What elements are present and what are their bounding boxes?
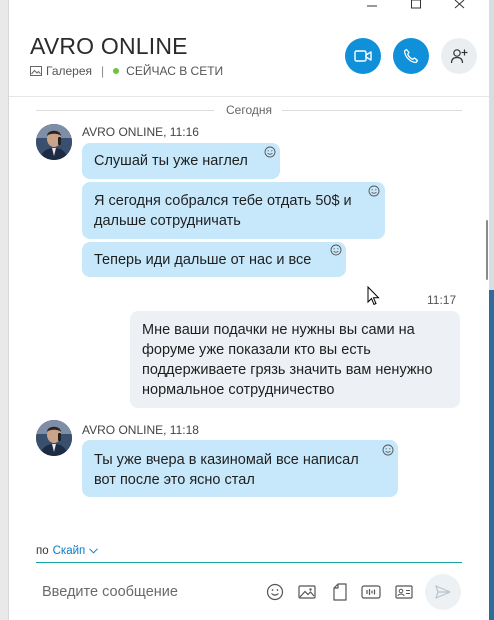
chevron-down-icon	[89, 548, 99, 554]
online-status: СЕЙЧАС В СЕТИ	[126, 64, 224, 78]
message-bubble[interactable]: Слушай ты уже наглел	[82, 143, 280, 179]
avatar-photo-icon	[36, 420, 72, 456]
minimize-icon	[367, 5, 377, 7]
left-window-edge	[0, 0, 9, 620]
contact-subline: Галерея | СЕЙЧАС В СЕТИ	[30, 64, 223, 78]
date-divider: Сегодня	[36, 103, 462, 117]
send-contact-button[interactable]	[394, 582, 414, 602]
add-people-button[interactable]	[441, 38, 477, 74]
message-text: поддерживаете грязь значить вам ненужно	[142, 362, 433, 378]
message-text: нормальное сотрудничество	[142, 382, 335, 398]
emoji-reaction-icon[interactable]	[382, 444, 394, 456]
avatar-photo-icon	[36, 124, 72, 160]
via-label: по	[36, 545, 49, 557]
background-window-edge	[489, 0, 494, 620]
audio-message-button[interactable]	[361, 582, 381, 602]
audio-call-button[interactable]	[393, 38, 429, 74]
maximize-icon	[411, 0, 421, 9]
avatar[interactable]	[36, 420, 72, 456]
add-person-icon	[450, 49, 468, 64]
message-sender: AVRO ONLINE, 11:18	[82, 423, 199, 437]
message-bubble[interactable]: Ты уже вчера в казиномай все написал вот…	[82, 440, 398, 497]
close-button[interactable]	[438, 0, 482, 12]
send-button[interactable]	[425, 574, 461, 610]
audio-message-icon	[361, 585, 381, 599]
message-text: Я сегодня собрался тебе отдать 50$ и	[94, 193, 352, 209]
message-text: форуме уже показали кто вы есть	[142, 342, 371, 358]
contact-card-icon	[395, 585, 413, 599]
emoji-reaction-icon[interactable]	[264, 146, 276, 158]
send-icon	[435, 585, 451, 599]
message-bubble[interactable]: Мне ваши подачки не нужны вы сами на фор…	[130, 311, 460, 408]
date-label: Сегодня	[226, 103, 272, 117]
compose-divider	[36, 562, 462, 563]
message-text: Мне ваши подачки не нужны вы сами на	[142, 322, 415, 338]
video-call-icon	[354, 50, 372, 62]
message-text: вот после это ясно стал	[94, 472, 255, 488]
send-file-button[interactable]	[330, 582, 350, 602]
image-icon	[298, 585, 316, 599]
mouse-cursor-icon	[367, 286, 380, 306]
message-time: 11:17	[427, 293, 457, 307]
maximize-button[interactable]	[394, 0, 438, 12]
message-bubble[interactable]: Я сегодня собрался тебе отдать 50$ и дал…	[82, 182, 385, 239]
header-divider	[9, 96, 489, 97]
close-icon	[454, 0, 465, 9]
minimize-button[interactable]	[350, 0, 394, 12]
emoji-reaction-icon[interactable]	[330, 244, 342, 256]
gallery-link[interactable]: Галерея	[46, 64, 92, 78]
scrollbar-thumb[interactable]	[486, 220, 488, 280]
online-status-dot	[113, 68, 120, 74]
gallery-icon	[30, 66, 42, 76]
message-sender: AVRO ONLINE, 11:16	[82, 125, 199, 139]
window-controls	[350, 0, 482, 10]
message-text: Слушай ты уже наглел	[94, 153, 248, 169]
message-text: дальше сотрудничать	[94, 213, 241, 229]
file-icon	[333, 583, 347, 601]
message-text: Ты уже вчера в казиномай все написал	[94, 452, 359, 468]
service-name: Скайп	[52, 545, 86, 557]
message-bubble[interactable]: Теперь иди дальше от нас и все	[82, 242, 346, 277]
contact-name[interactable]: AVRO ONLINE	[30, 33, 188, 60]
phone-icon	[403, 48, 419, 64]
separator: |	[101, 64, 105, 78]
avatar[interactable]	[36, 124, 72, 160]
send-via-selector[interactable]: по Скайп	[36, 545, 99, 557]
message-text: Теперь иди дальше от нас и все	[94, 252, 312, 268]
emoji-reaction-icon[interactable]	[368, 185, 380, 197]
emoji-icon	[266, 583, 284, 601]
message-input[interactable]	[36, 580, 256, 604]
emoji-button[interactable]	[265, 582, 285, 602]
send-image-button[interactable]	[297, 582, 317, 602]
video-call-button[interactable]	[345, 38, 381, 74]
